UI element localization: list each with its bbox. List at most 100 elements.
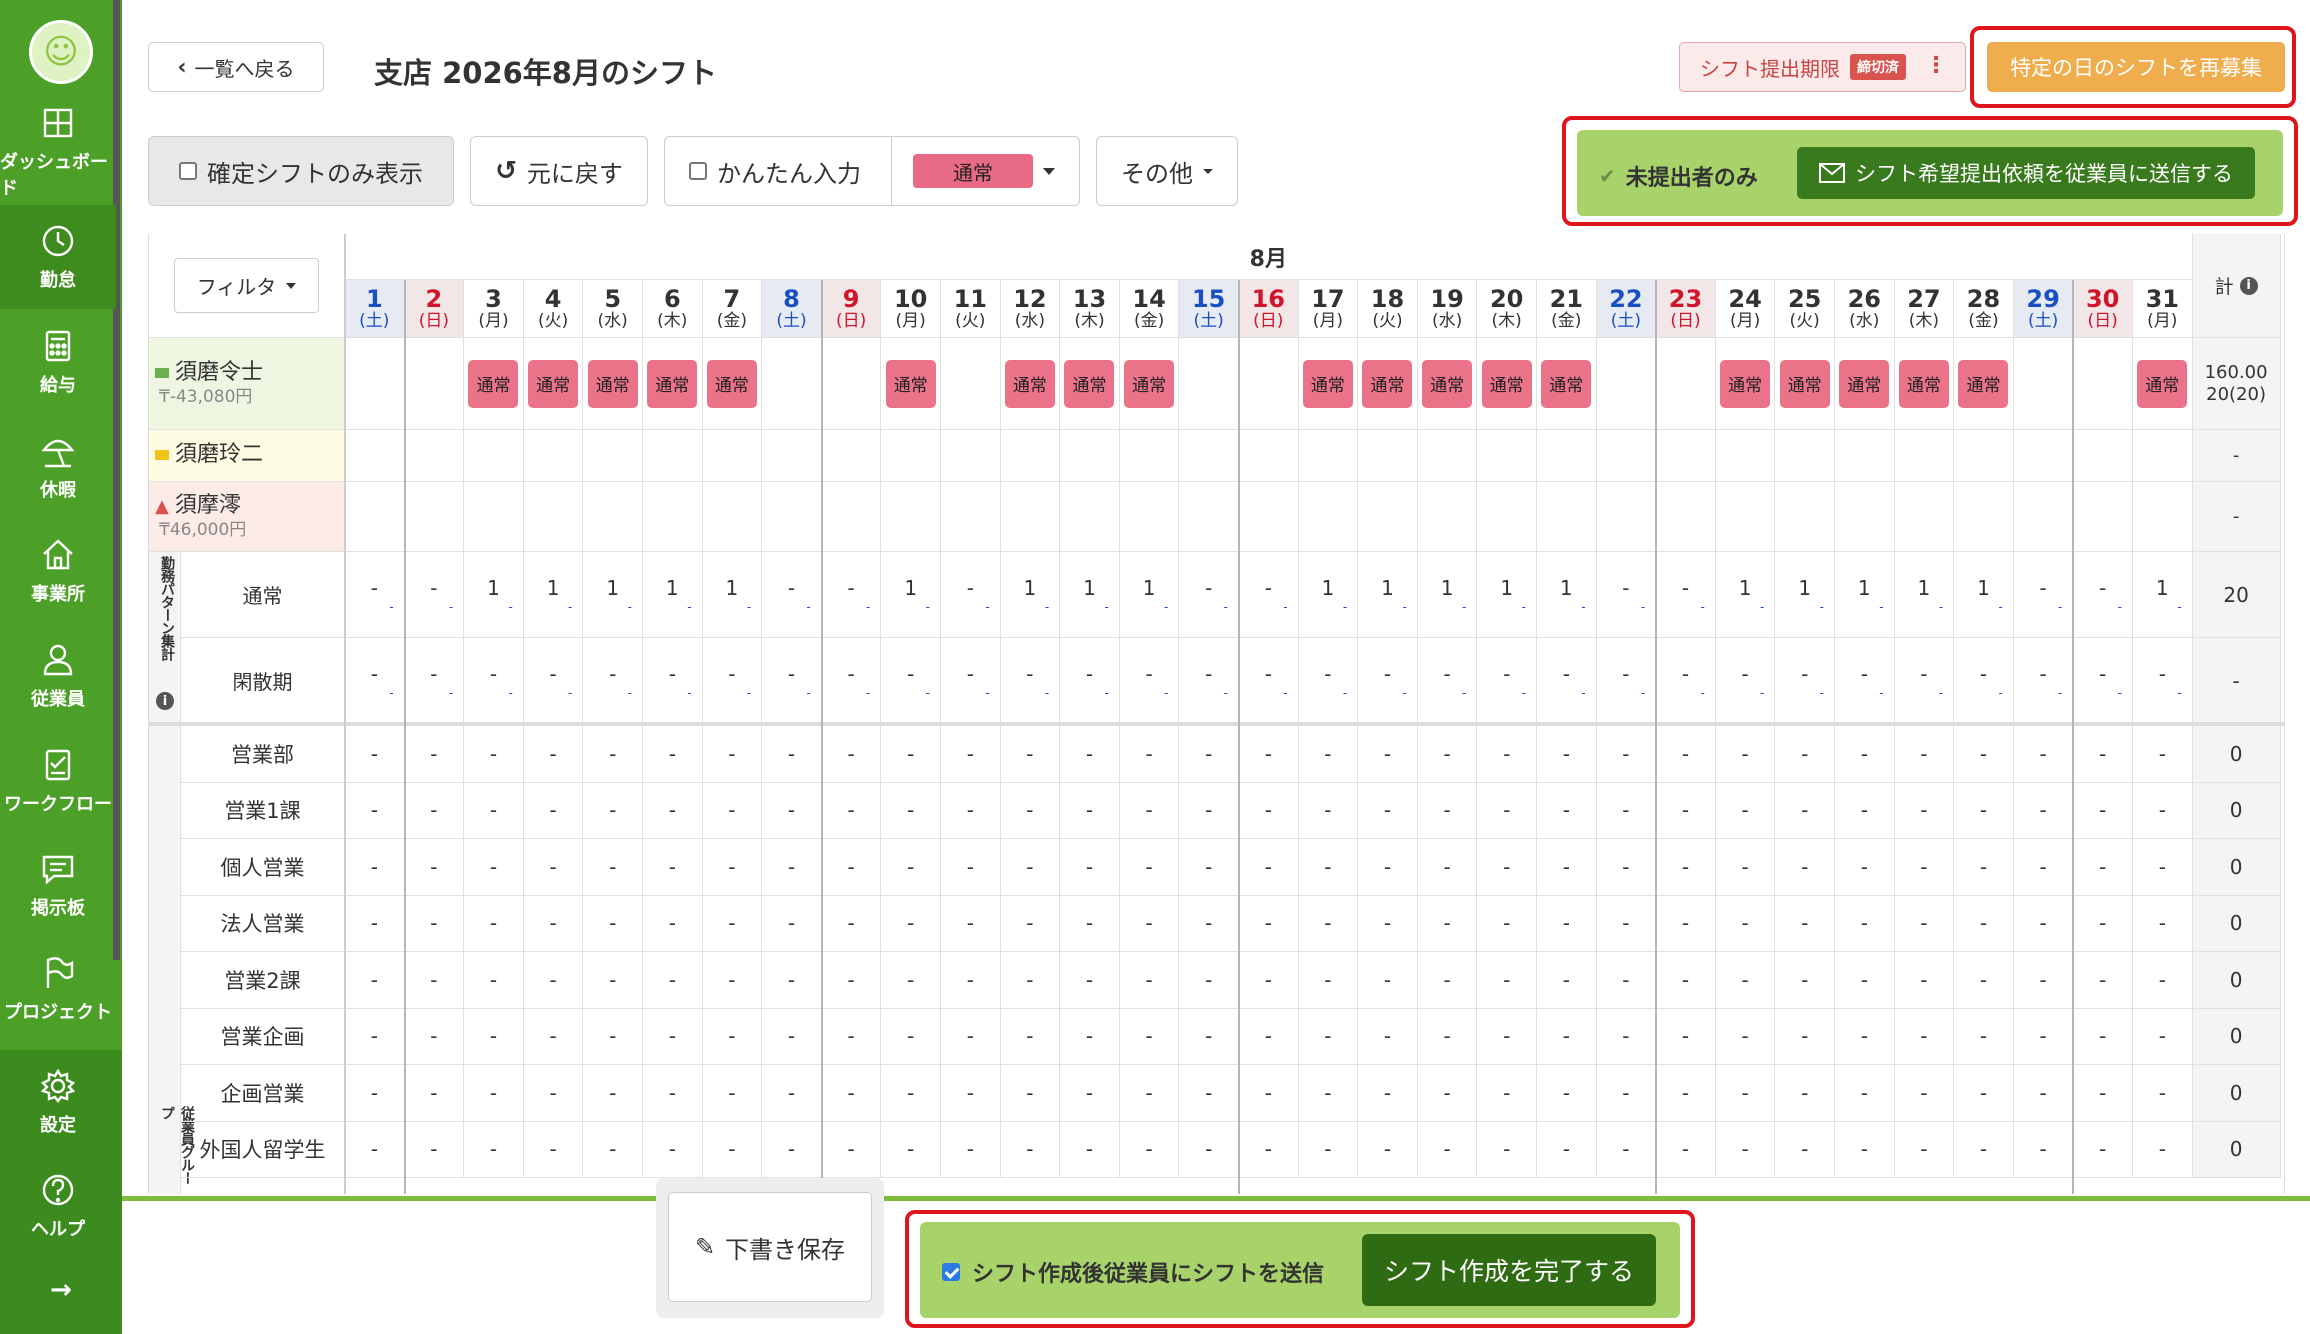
shift-cell[interactable]: 通常 [1417,338,1478,430]
pattern-select[interactable]: 通常 [913,154,1055,188]
sidebar-item-help[interactable]: ヘルプ [0,1154,116,1258]
shift-cell[interactable] [1060,482,1120,552]
shift-pill[interactable]: 通常 [1720,359,1771,408]
sidebar-item-beach-umbrella[interactable]: 休暇 [0,415,116,519]
shift-pill[interactable]: 通常 [1004,359,1055,408]
shift-cell[interactable] [2073,482,2133,552]
shift-cell[interactable] [881,482,941,552]
shift-cell[interactable] [1000,430,1061,482]
shift-cell[interactable] [1119,430,1180,482]
shift-cell[interactable]: 通常 [1715,338,1776,430]
shift-cell[interactable] [1358,430,1418,482]
shift-cell[interactable] [1715,430,1776,482]
sidebar-item-clock[interactable]: 勤怠 [0,205,116,309]
shift-cell[interactable] [464,430,524,482]
shift-cell[interactable] [345,430,405,482]
info-icon[interactable]: i [156,692,174,710]
shift-cell[interactable] [941,430,1001,482]
shift-cell[interactable] [1477,482,1537,552]
app-logo[interactable]: ☺ [29,20,93,84]
shift-pill[interactable]: 通常 [1839,359,1890,408]
shift-cell[interactable] [345,338,405,430]
shift-cell[interactable] [2133,482,2193,552]
shift-cell[interactable] [1179,482,1239,552]
employee-name-cell[interactable]: ▲ 須摩澪 ₸46,000円 [149,482,345,552]
shift-cell[interactable] [1358,482,1418,552]
shift-cell[interactable] [345,482,405,552]
shift-cell[interactable] [643,482,703,552]
shift-cell[interactable] [2013,430,2074,482]
confirmed-only-checkbox[interactable] [179,162,197,180]
shift-cell[interactable] [941,482,1001,552]
back-to-list-button[interactable]: ‹ 一覧へ戻る [148,42,324,92]
shift-cell[interactable]: 通常 [1537,338,1597,430]
draft-save-button[interactable]: ✎ 下書き保存 [668,1192,872,1302]
shift-cell[interactable] [1417,430,1478,482]
shift-cell[interactable] [1596,430,1657,482]
shift-cell[interactable] [881,430,941,482]
shift-cell[interactable] [1537,430,1597,482]
shift-cell[interactable] [1537,482,1597,552]
shift-cell[interactable]: 通常 [1298,338,1359,430]
shift-cell[interactable] [1298,482,1359,552]
shift-cell[interactable]: 通常 [1835,338,1895,430]
shift-cell[interactable] [941,338,1001,430]
shift-cell[interactable] [1000,482,1061,552]
sidebar-item-person[interactable]: 従業員 [0,624,116,728]
sidebar-item-checklist[interactable]: ワークフロー [0,729,116,833]
sidebar-item-message-board[interactable]: 掲示板 [0,833,116,937]
sidebar-item-calculator[interactable]: 給与 [0,310,116,414]
shift-pill[interactable]: 通常 [1541,359,1592,408]
shift-cell[interactable] [2013,482,2074,552]
shift-cell[interactable] [404,338,465,430]
shift-pill[interactable]: 通常 [2137,359,2188,408]
shift-pill[interactable]: 通常 [1302,359,1353,408]
info-icon[interactable]: i [2239,276,2258,295]
shift-cell[interactable] [1179,338,1239,430]
shift-pill[interactable]: 通常 [1124,359,1175,408]
shift-cell[interactable]: 通常 [1954,338,2014,430]
shift-cell[interactable]: 通常 [464,338,524,430]
shift-cell[interactable] [1298,430,1359,482]
shift-cell[interactable] [702,482,763,552]
shift-cell[interactable]: 通常 [1894,338,1955,430]
shift-cell[interactable]: 通常 [643,338,703,430]
shift-cell[interactable] [1179,430,1239,482]
shift-cell[interactable] [1239,482,1299,552]
confirmed-only-toggle[interactable]: 確定シフトのみ表示 [148,136,454,206]
shift-cell[interactable] [1656,482,1716,552]
shift-cell[interactable] [821,338,882,430]
shift-cell[interactable] [2073,430,2133,482]
shift-cell[interactable] [702,430,763,482]
shift-cell[interactable]: 通常 [1119,338,1180,430]
shift-pill[interactable]: 通常 [706,359,757,408]
shift-cell[interactable] [1835,430,1895,482]
shift-cell[interactable] [583,430,643,482]
shift-pill[interactable]: 通常 [1958,359,2009,408]
shift-cell[interactable]: 通常 [881,338,941,430]
shift-cell[interactable] [821,482,882,552]
shift-cell[interactable] [1894,430,1955,482]
shift-pill[interactable]: 通常 [1481,359,1532,408]
shift-cell[interactable]: 通常 [583,338,643,430]
shift-cell[interactable] [1775,430,1835,482]
shift-pill[interactable]: 通常 [1779,359,1830,408]
shift-cell[interactable] [523,482,584,552]
sidebar-item-home[interactable]: 事業所 [0,519,116,623]
shift-cell[interactable] [404,430,465,482]
shift-cell[interactable] [1715,482,1776,552]
shift-cell[interactable]: 通常 [1477,338,1537,430]
shift-cell[interactable] [1239,338,1299,430]
shift-cell[interactable] [821,430,882,482]
other-dropdown[interactable]: その他 [1096,136,1238,206]
shift-cell[interactable] [1954,430,2014,482]
shift-cell[interactable] [1060,430,1120,482]
shift-cell[interactable] [643,430,703,482]
shift-cell[interactable] [1775,482,1835,552]
employee-name-cell[interactable]: 須磨玲二 [149,430,345,482]
employee-name-cell[interactable]: 須磨令士 ₸-43,080円 [149,338,345,430]
shift-cell[interactable]: 通常 [2133,338,2193,430]
shift-cell[interactable] [1239,430,1299,482]
easy-input-checkbox[interactable] [689,162,707,180]
sidebar-item-flag[interactable]: プロジェクト [0,937,116,1041]
